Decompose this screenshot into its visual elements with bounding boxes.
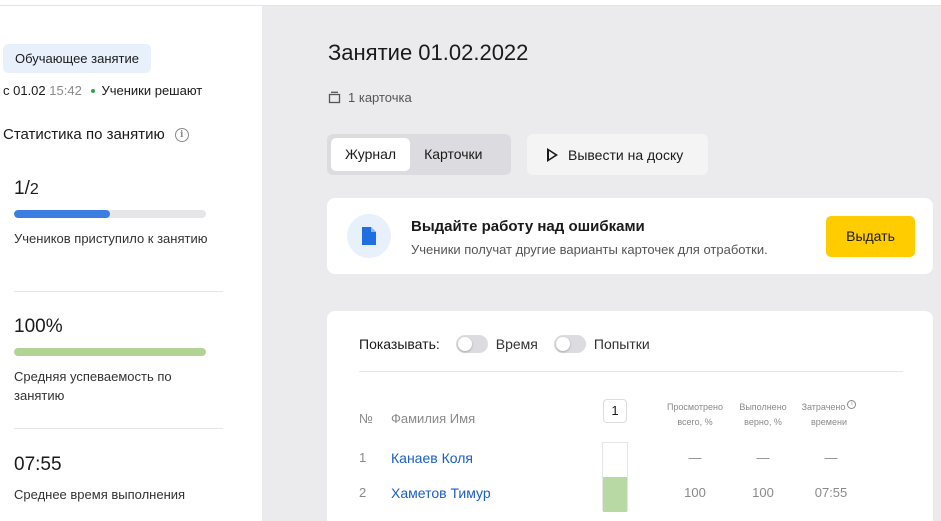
display-options: Показывать: Время Попытки bbox=[359, 335, 650, 353]
since-time: 15:42 bbox=[49, 83, 82, 98]
stats-title-text: Статистика по занятию bbox=[3, 126, 165, 143]
attempts-toggle-label: Попытки bbox=[593, 336, 650, 352]
status-text: Ученики решают bbox=[101, 83, 203, 98]
divider bbox=[14, 291, 223, 292]
cards-count: 1 карточка bbox=[328, 90, 412, 105]
progress-fill bbox=[14, 348, 206, 356]
column-header-card[interactable]: 1 bbox=[603, 399, 627, 423]
stat-avg-time: 07:55 Среднее время выполнения bbox=[14, 454, 223, 504]
stat-performance: 100% Средняя успеваемость по занятию bbox=[14, 316, 223, 405]
cards-stack-icon bbox=[328, 91, 341, 104]
student-link[interactable]: Хаметов Тимур bbox=[391, 485, 491, 501]
stat-label: Среднее время выполнения bbox=[14, 487, 186, 502]
correct-value: — bbox=[756, 450, 770, 465]
issue-button[interactable]: Выдать bbox=[826, 216, 915, 257]
column-header-name[interactable]: Фамилия Имя bbox=[391, 411, 475, 426]
attempts-toggle[interactable] bbox=[553, 335, 586, 353]
tab-cards[interactable]: Карточки bbox=[410, 138, 496, 171]
stat-label: Учеников приступило к занятию bbox=[14, 231, 208, 246]
status-dot-icon bbox=[91, 88, 96, 93]
column-header-viewed: Просмотрено всего, % bbox=[666, 402, 724, 427]
mistakes-banner: Выдайте работу над ошибками Ученики полу… bbox=[327, 198, 933, 274]
show-on-board-button[interactable]: Вывести на доску bbox=[527, 134, 708, 175]
lesson-type-badge: Обучающее занятие bbox=[3, 44, 152, 73]
view-tabs: Журнал Карточки bbox=[327, 134, 511, 175]
column-header-number: № bbox=[359, 411, 373, 426]
time-spent-value: — bbox=[824, 450, 838, 465]
stats-title: Статистика по занятию i bbox=[3, 126, 189, 143]
row-number: 2 bbox=[359, 485, 367, 500]
document-icon bbox=[347, 214, 391, 258]
progress-fill bbox=[14, 210, 110, 218]
column-header-time-spent: Затрачено i времени bbox=[797, 400, 861, 430]
progress-bar bbox=[14, 210, 206, 218]
banner-title: Выдайте работу над ошибками bbox=[411, 218, 645, 235]
time-toggle[interactable] bbox=[455, 335, 488, 353]
journal-panel: Показывать: Время Попытки № Фамилия Имя … bbox=[327, 311, 933, 521]
info-icon[interactable]: i bbox=[847, 400, 857, 409]
banner-subtitle: Ученики получат другие варианты карточек… bbox=[411, 242, 768, 257]
divider bbox=[359, 371, 903, 372]
viewed-value: — bbox=[688, 450, 702, 465]
stat-value: 07:55 bbox=[14, 454, 62, 475]
play-icon bbox=[547, 147, 558, 162]
cards-count-text: 1 карточка bbox=[348, 90, 412, 105]
student-link[interactable]: Канаев Коля bbox=[391, 450, 473, 466]
show-label: Показывать: bbox=[359, 336, 440, 352]
show-on-board-label: Вывести на доску bbox=[568, 146, 684, 163]
stat-started: 1/2 Учеников приступило к занятию bbox=[14, 178, 223, 248]
row-number: 1 bbox=[359, 450, 367, 465]
table-row: 1 Канаев Коля — — — bbox=[327, 450, 933, 470]
tab-journal[interactable]: Журнал bbox=[331, 138, 411, 171]
column-header-correct: Выполнено верно, % bbox=[739, 402, 787, 427]
time-spent-value: 07:55 bbox=[814, 485, 848, 500]
info-icon[interactable]: i bbox=[174, 127, 189, 142]
viewed-value: 100 bbox=[684, 485, 706, 500]
page-title: Занятие 01.02.2022 bbox=[328, 40, 529, 65]
correct-value: 100 bbox=[752, 485, 774, 500]
stat-value: 1/2 bbox=[14, 178, 39, 199]
lesson-status-row: с 01.02 15:42 Ученики решают bbox=[3, 83, 202, 98]
since-date: с 01.02 bbox=[3, 83, 46, 98]
divider bbox=[14, 428, 223, 429]
table-row: 2 Хаметов Тимур 100 100 07:55 bbox=[327, 485, 933, 505]
stat-label: Средняя успеваемость по занятию bbox=[14, 369, 172, 403]
time-toggle-label: Время bbox=[495, 336, 538, 352]
stat-value: 100% bbox=[14, 316, 63, 337]
lesson-sidebar: Обучающее занятие с 01.02 15:42 Ученики … bbox=[0, 6, 262, 521]
progress-bar bbox=[14, 348, 206, 356]
